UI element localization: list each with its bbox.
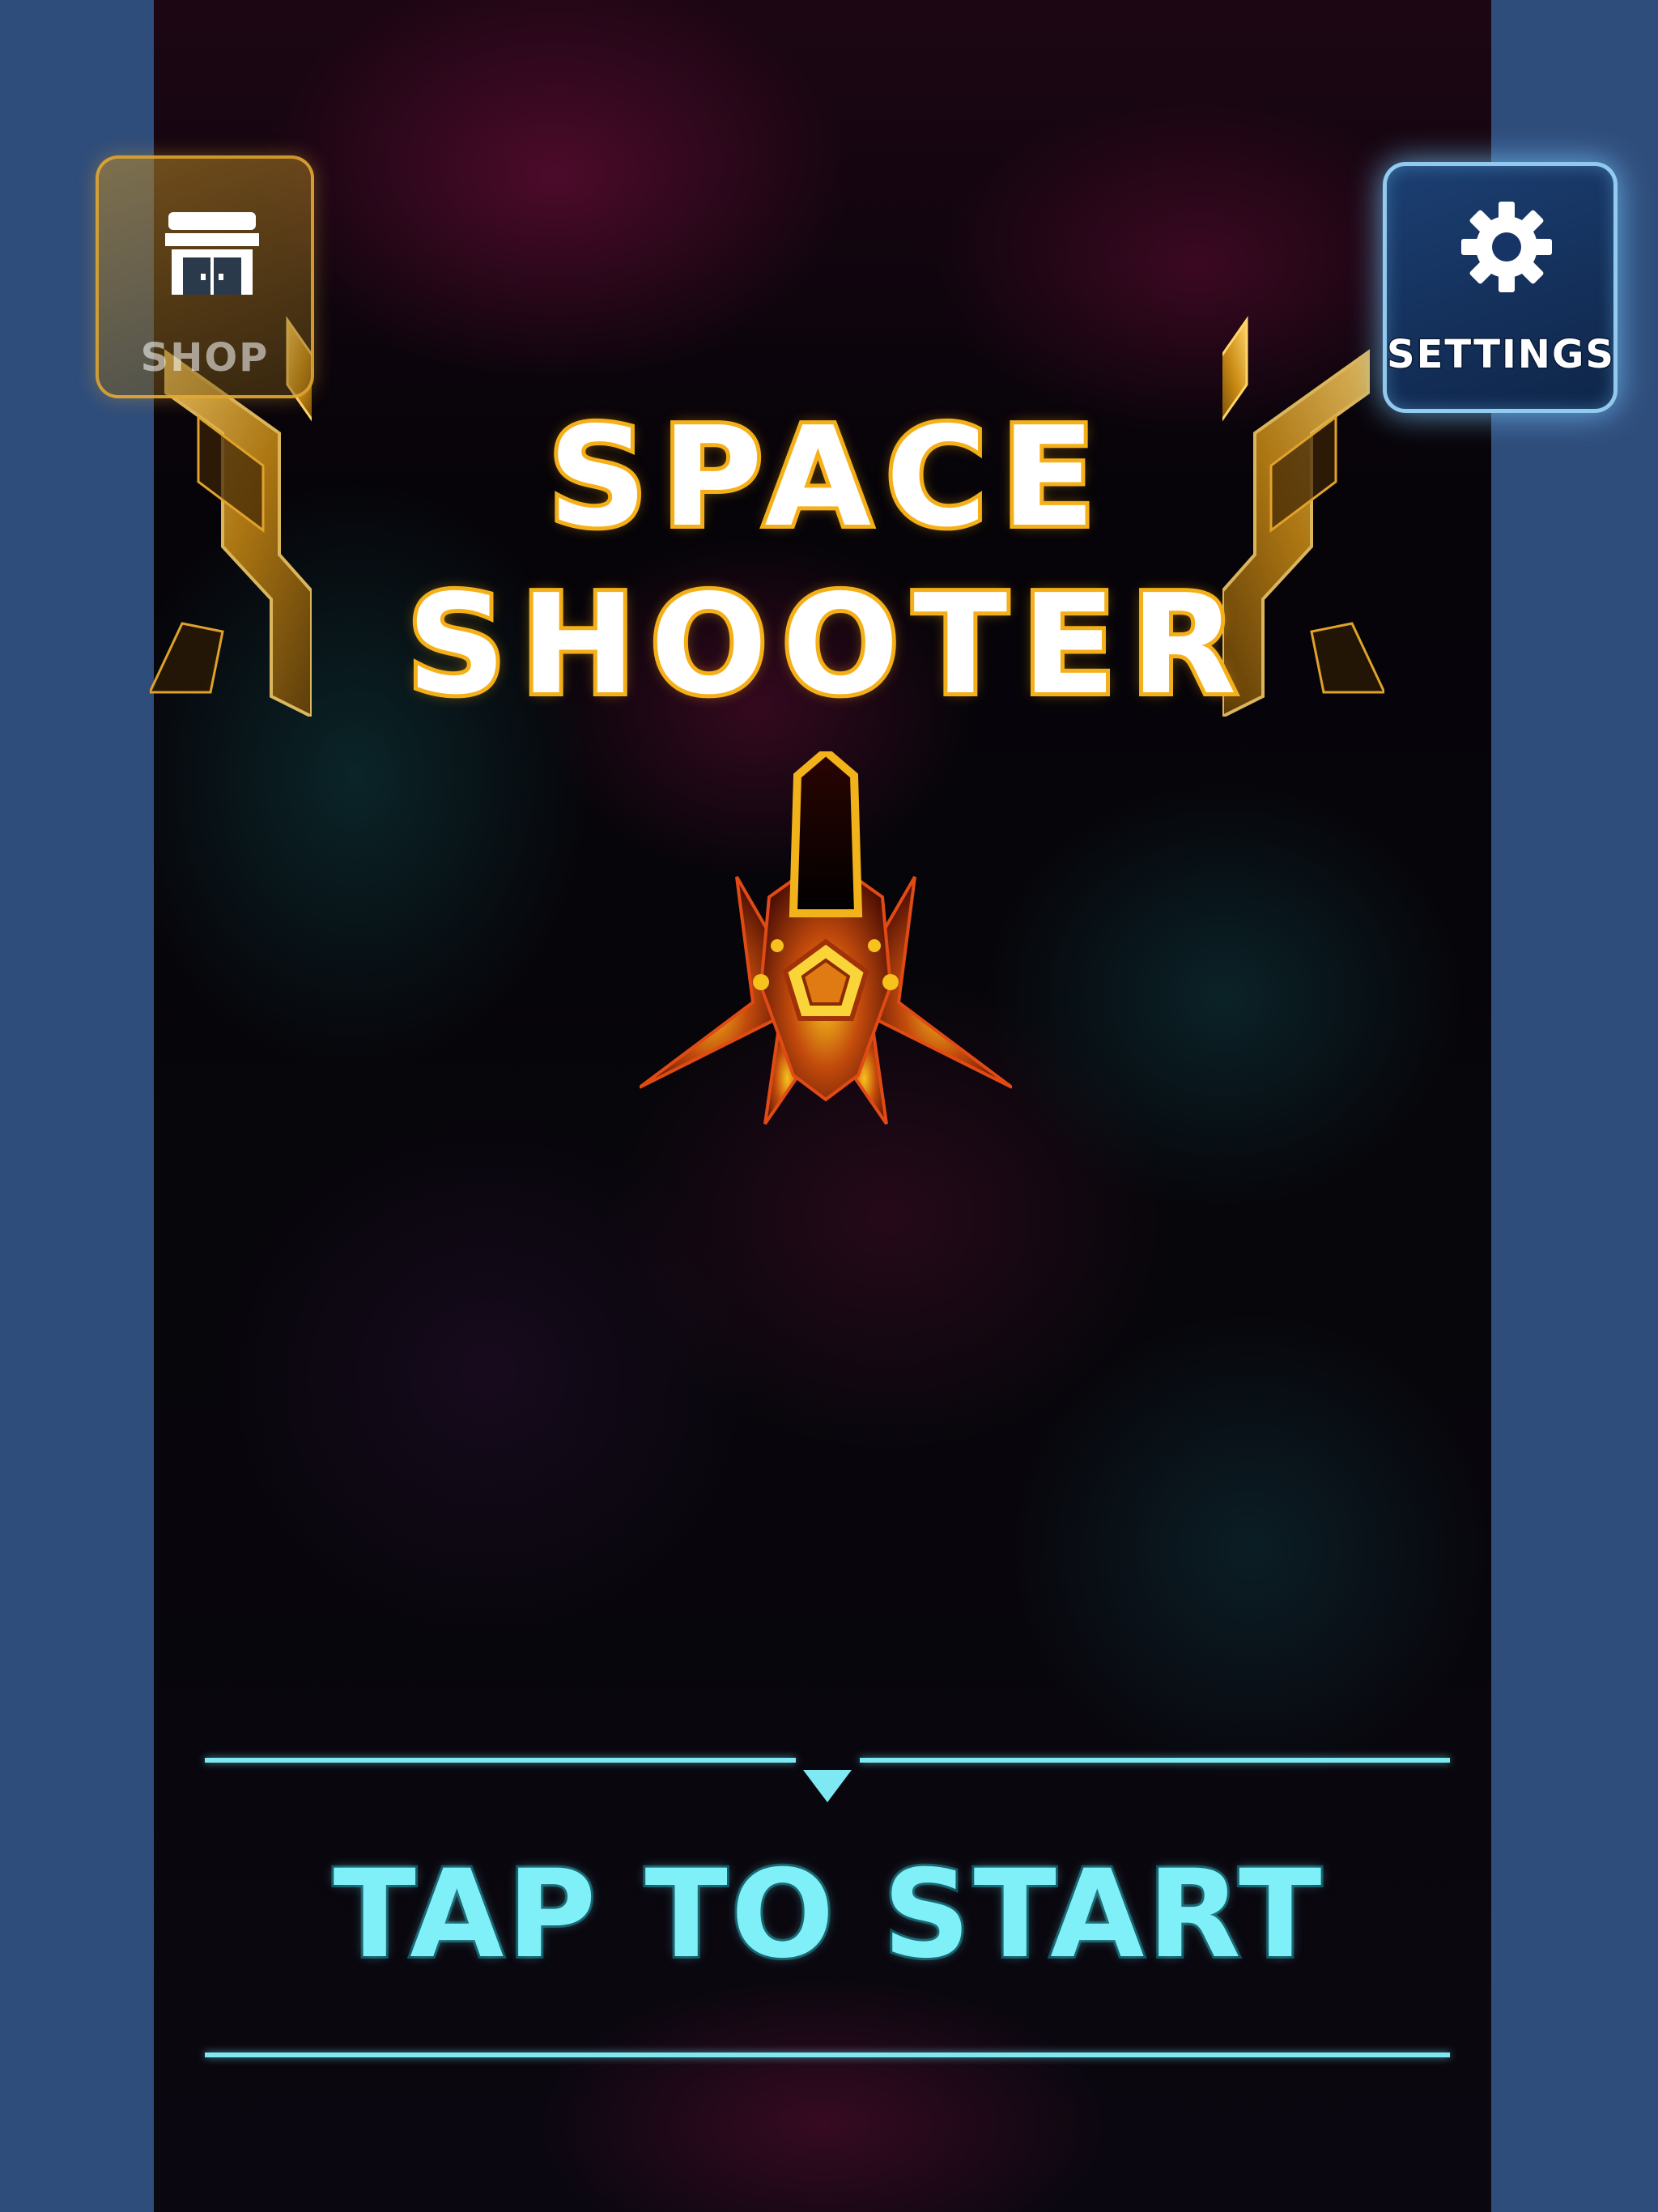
- settings-button-label: SETTINGS: [1386, 331, 1615, 379]
- divider-line-top-right: [860, 1758, 1450, 1763]
- shop-button-label: SHOP: [140, 335, 270, 381]
- game-title-line-2: SHOOTER: [403, 565, 1252, 725]
- storefront-icon: [165, 212, 259, 295]
- shop-button[interactable]: SHOP: [96, 155, 314, 398]
- down-arrow-icon: [803, 1770, 852, 1802]
- divider-line-bottom: [205, 2052, 1450, 2057]
- player-spaceship: [640, 751, 1012, 1125]
- gear-icon: [1461, 202, 1552, 292]
- game-title-line-1: SPACE: [544, 398, 1110, 558]
- game-screen: SPACE SHOOTER SHOP SETTINGS TAP TO START: [0, 0, 1658, 2212]
- divider-line-top-left: [205, 1758, 796, 1763]
- settings-button[interactable]: SETTINGS: [1383, 162, 1618, 413]
- tap-to-start-label[interactable]: TAP TO START: [0, 1852, 1658, 1978]
